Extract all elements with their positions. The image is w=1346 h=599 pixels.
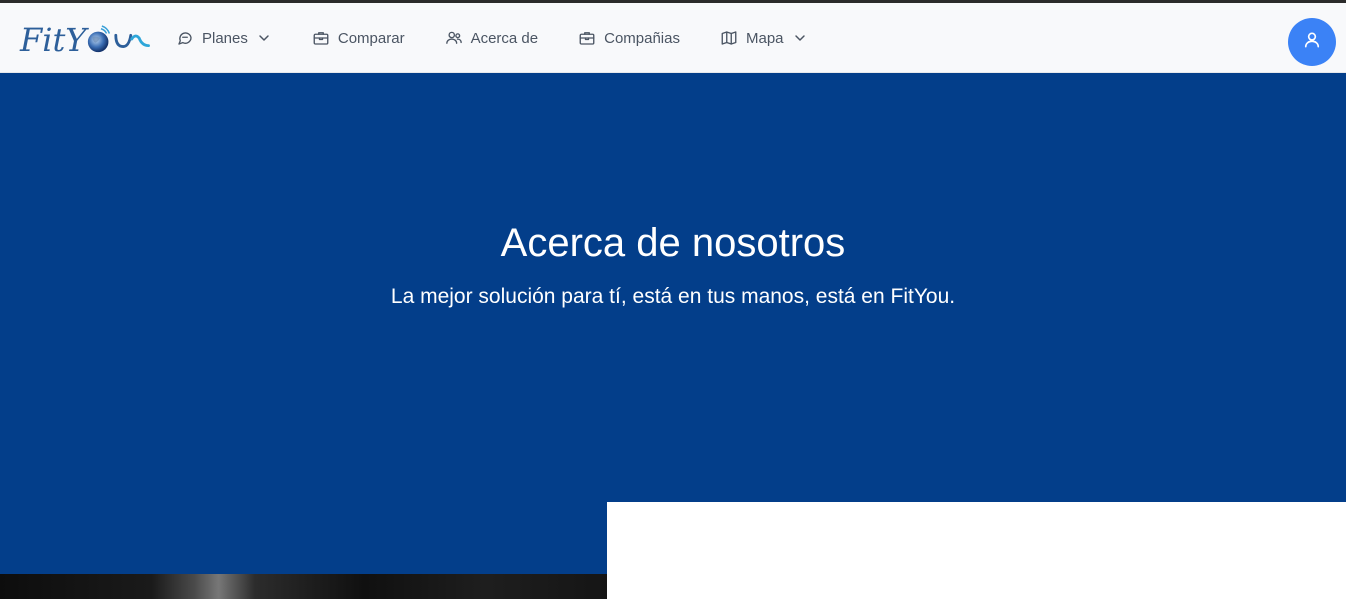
navbar: FitY Planes Comparar Acerca de Compañias… — [0, 3, 1346, 73]
chevron-down-icon — [792, 30, 808, 46]
page-subtitle: La mejor solución para tí, está en tus m… — [390, 285, 956, 308]
briefcase-icon — [578, 29, 596, 47]
nav-item-comparar[interactable]: Comparar — [312, 29, 405, 47]
logo-wordmark: FitY — [20, 21, 87, 59]
nav-label-comparar: Comparar — [337, 29, 405, 47]
globe-icon — [88, 25, 111, 53]
hero-photo — [0, 574, 607, 599]
user-icon — [1302, 30, 1322, 55]
chevron-down-icon — [256, 30, 272, 46]
nav-label-planes: Planes — [202, 29, 248, 47]
content-card — [607, 502, 1346, 599]
map-icon — [720, 29, 738, 47]
nav-item-planes[interactable]: Planes — [176, 29, 272, 47]
nav-label-mapa: Mapa — [745, 29, 784, 47]
nav-item-acerca-de[interactable]: Acerca de — [445, 29, 539, 47]
nav-item-companias[interactable]: Compañias — [578, 29, 680, 47]
main-navigation: Planes Comparar Acerca de Compañias Mapa — [176, 3, 848, 73]
nav-label-acerca-de: Acerca de — [470, 29, 539, 47]
nav-item-mapa[interactable]: Mapa — [720, 29, 808, 47]
user-account-button[interactable] — [1288, 18, 1336, 66]
chat-bubble-icon — [176, 29, 194, 47]
briefcase-icon — [312, 29, 330, 47]
logo-swoosh — [113, 33, 150, 48]
users-icon — [445, 29, 463, 47]
hero-section: Acerca de nosotros La mejor solución par… — [0, 73, 1346, 574]
nav-label-companias: Compañias — [604, 29, 680, 47]
fityou-logo[interactable]: FitY — [20, 17, 150, 63]
page-title: Acerca de nosotros — [500, 221, 846, 265]
